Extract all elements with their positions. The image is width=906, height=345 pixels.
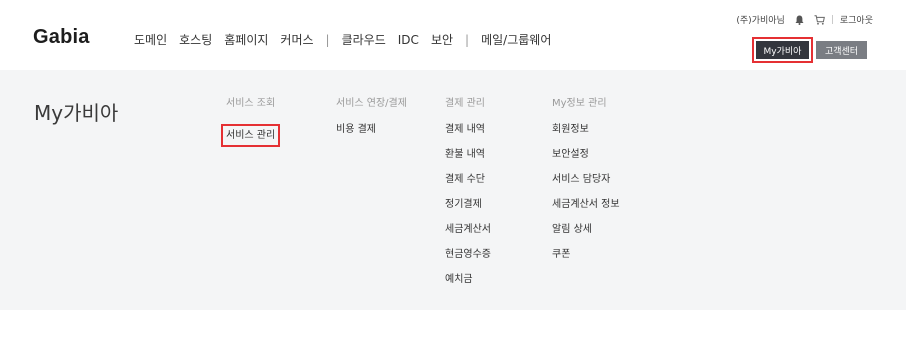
nav-homepage[interactable]: 홈페이지: [224, 31, 268, 48]
menu-item-cost-payment[interactable]: 비용 결제: [336, 123, 407, 136]
menu-item-payment-method[interactable]: 결제 수단: [445, 173, 491, 186]
nav-mail-groupware[interactable]: 메일/그룹웨어: [481, 31, 551, 48]
menu-column-service-renewal: 서비스 연장/결제 비용 결제: [336, 98, 407, 148]
nav-divider: |: [325, 32, 330, 47]
logout-link[interactable]: 로그아웃: [840, 13, 873, 26]
customer-center-button[interactable]: 고객센터: [816, 41, 867, 59]
column-heading: 결제 관리: [445, 98, 485, 109]
column-heading: 서비스 연장/결제: [336, 98, 407, 109]
menu-item-refund-history[interactable]: 환불 내역: [445, 148, 491, 161]
nav-security[interactable]: 보안: [431, 31, 453, 48]
column-heading: 서비스 조회: [226, 98, 276, 109]
menu-item-payment-history[interactable]: 결제 내역: [445, 123, 491, 136]
nav-hosting[interactable]: 호스팅: [179, 31, 212, 48]
nav-domain[interactable]: 도메인: [134, 31, 167, 48]
main-navigation: 도메인 호스팅 홈페이지 커머스 | 클라우드 IDC 보안 | 메일/그룹웨어: [134, 31, 563, 48]
utility-menu: (주)가비아님 | 로그아웃: [736, 13, 873, 27]
menu-item-service-management[interactable]: 서비스 관리: [220, 124, 281, 147]
gabia-logo[interactable]: Gabia: [33, 26, 90, 49]
menu-column-service-lookup: 서비스 조회 서비스 관리: [220, 98, 281, 154]
user-greeting[interactable]: (주)가비아님: [736, 13, 784, 26]
nav-divider: |: [465, 32, 470, 47]
menu-item-coupon[interactable]: 쿠폰: [552, 248, 620, 261]
menu-item-recurring-payment[interactable]: 정기결제: [445, 198, 491, 211]
nav-cloud[interactable]: 클라우드: [342, 31, 386, 48]
menu-item-tax-invoice-info[interactable]: 세금계산서 정보: [552, 198, 620, 211]
my-gabia-button[interactable]: My가비아: [752, 37, 813, 63]
menu-column-payment-management: 결제 관리 결제 내역 환불 내역 결제 수단 정기결제 세금계산서 현금영수증…: [445, 98, 491, 298]
my-gabia-menu-panel: My가비아 서비스 조회 서비스 관리 서비스 연장/결제 비용 결제 결제 관…: [0, 70, 906, 310]
menu-item-notification-details[interactable]: 알림 상세: [552, 223, 620, 236]
menu-item-deposit[interactable]: 예치금: [445, 273, 491, 286]
nav-commerce[interactable]: 커머스: [280, 31, 313, 48]
menu-item-tax-invoice[interactable]: 세금계산서: [445, 223, 491, 236]
menu-item-member-info[interactable]: 회원정보: [552, 123, 620, 136]
panel-title: My가비아: [34, 101, 119, 125]
header-buttons: My가비아 고객센터: [752, 37, 867, 63]
menu-item-security-settings[interactable]: 보안설정: [552, 148, 620, 161]
column-heading: My정보 관리: [552, 98, 607, 109]
menu-item-service-manager[interactable]: 서비스 담당자: [552, 173, 620, 186]
bell-icon[interactable]: [795, 15, 804, 25]
menu-column-my-info: My정보 관리 회원정보 보안설정 서비스 담당자 세금계산서 정보 알림 상세…: [552, 98, 620, 273]
cart-icon[interactable]: [814, 14, 825, 25]
util-divider: |: [830, 14, 834, 25]
menu-item-cash-receipt[interactable]: 현금영수증: [445, 248, 491, 261]
top-header: Gabia 도메인 호스팅 홈페이지 커머스 | 클라우드 IDC 보안 | 메…: [0, 0, 906, 70]
nav-idc[interactable]: IDC: [398, 33, 419, 47]
